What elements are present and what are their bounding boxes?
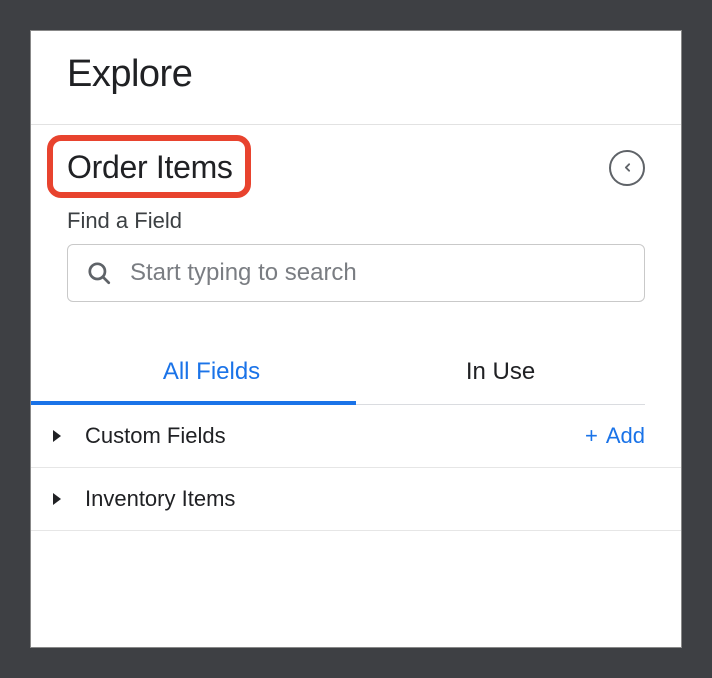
add-label: Add [606,423,645,449]
panel-header: Explore [31,31,681,125]
plus-icon: + [585,425,598,447]
field-row-inventory-items[interactable]: Inventory Items [31,468,681,531]
field-label: Inventory Items [85,486,645,512]
search-label: Find a Field [67,208,645,234]
expand-icon[interactable] [53,493,61,505]
field-list: Custom Fields + Add Inventory Items [31,405,681,531]
search-icon [86,260,112,286]
search-input[interactable] [130,259,626,287]
section-header: Order Items [67,149,645,186]
page-title: Explore [67,53,645,96]
explore-panel: Explore Order Items Find a Field [30,30,682,648]
section-title: Order Items [67,149,233,185]
tab-all-fields[interactable]: All Fields [67,344,356,404]
field-row-custom-fields[interactable]: Custom Fields + Add [31,405,681,468]
expand-icon[interactable] [53,430,61,442]
chevron-left-icon [621,161,634,174]
tab-in-use[interactable]: In Use [356,344,645,404]
collapse-button[interactable] [609,150,645,186]
search-box[interactable] [67,244,645,302]
add-custom-field-button[interactable]: + Add [585,423,645,449]
field-label: Custom Fields [85,423,585,449]
section-title-wrap: Order Items [67,149,233,186]
tabs: All Fields In Use [67,344,645,405]
section-body: Order Items Find a Field All Fields In U… [31,125,681,405]
